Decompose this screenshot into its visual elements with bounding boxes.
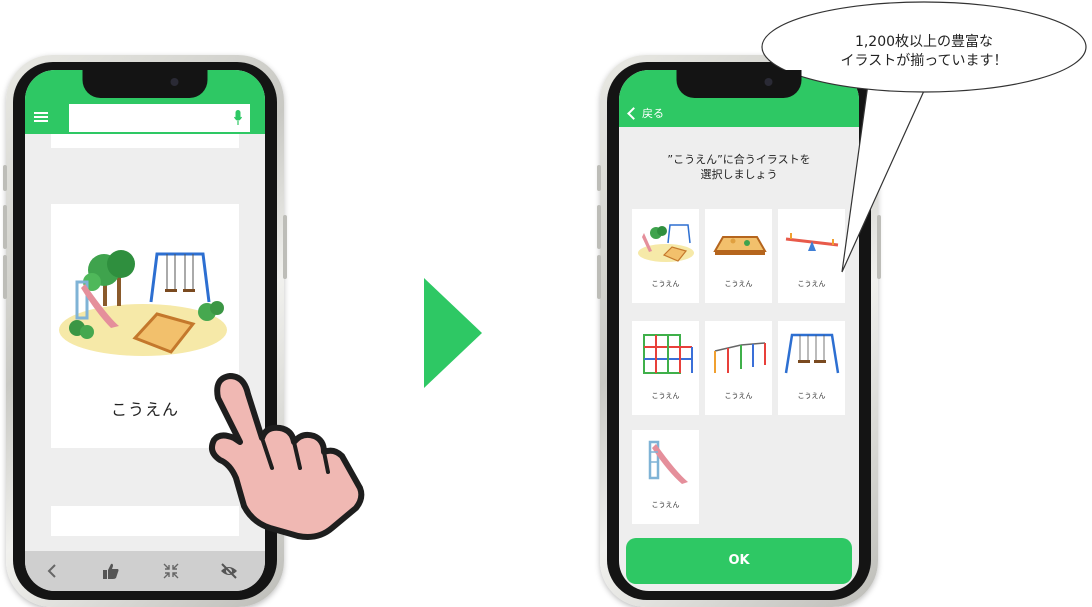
illustration-label: こうえん [651, 501, 680, 509]
illustration-option[interactable]: こうえん [632, 430, 699, 524]
thumbs-up-icon[interactable] [101, 561, 121, 581]
swing-icon [784, 333, 840, 374]
next-arrow-icon [424, 278, 482, 388]
shrink-icon[interactable] [161, 561, 181, 581]
illustration-option[interactable]: こうえん [632, 209, 699, 303]
back-button[interactable]: 戻る [627, 105, 664, 121]
menu-icon[interactable] [34, 112, 48, 123]
microphone-icon[interactable] [234, 110, 242, 126]
search-input[interactable] [69, 104, 250, 132]
card-previous[interactable] [51, 134, 239, 148]
chevron-left-icon [627, 106, 640, 120]
pointing-hand-icon [209, 373, 365, 540]
park-illustration [59, 250, 227, 356]
illustration-label: こうえん [797, 280, 826, 288]
illustration-label: こうえん [651, 280, 680, 288]
slide-icon [648, 440, 688, 484]
bottom-toolbar [25, 551, 265, 591]
ok-button[interactable]: OK [626, 538, 852, 584]
illustration-label: こうえん [724, 392, 753, 400]
illustration-label: こうえん [651, 392, 680, 400]
back-label: 戻る [642, 107, 664, 120]
illustration-label: こうえん [724, 280, 753, 288]
callout-line2: イラストが揃っています！ [840, 53, 1008, 69]
hide-icon[interactable] [219, 561, 239, 581]
notch [82, 70, 208, 98]
horizontal-bars-icon [714, 342, 766, 373]
back-icon[interactable] [43, 561, 63, 581]
park-icon [638, 224, 694, 262]
jungle-gym-icon [643, 334, 693, 374]
illustration-label: こうえん [797, 392, 826, 400]
illustration-option[interactable]: こうえん [632, 321, 699, 415]
notch [676, 70, 802, 98]
callout-text: 1,200枚以上の豊富な イラストが揃っています！ [798, 33, 1050, 71]
callout-line1: 1,200枚以上の豊富な [854, 34, 994, 50]
illustration-option[interactable]: こうえん [705, 321, 772, 415]
illustration-option[interactable]: こうえん [778, 321, 845, 415]
